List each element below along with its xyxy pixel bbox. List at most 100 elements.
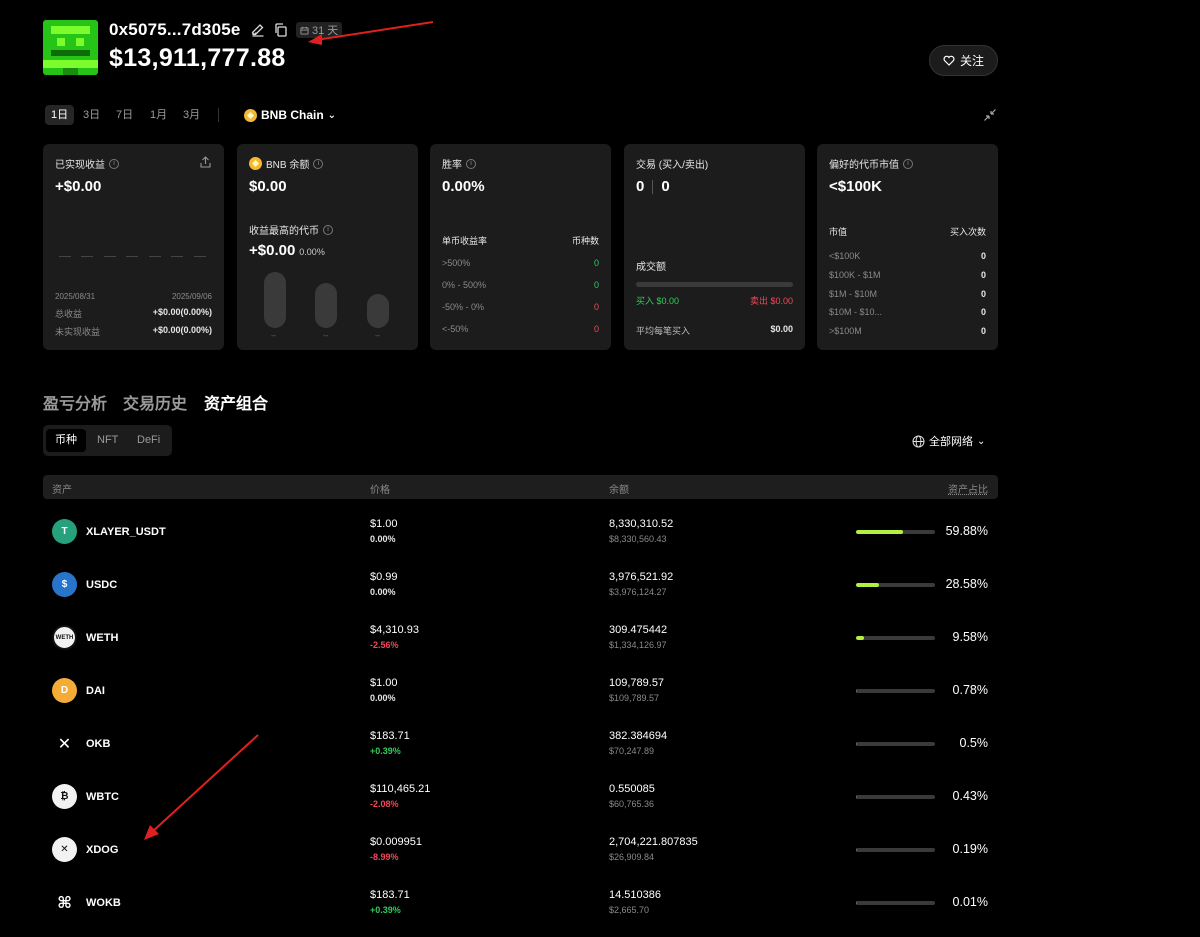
tab-nft[interactable]: NFT	[88, 429, 127, 452]
follow-button[interactable]: 关注	[929, 45, 998, 76]
share-progress-bar	[856, 583, 935, 587]
wallet-address[interactable]: 0x5075...7d305e ⌄	[109, 20, 259, 40]
tab-defi[interactable]: DeFi	[128, 429, 169, 452]
asset-type-tabs: 币种 NFT DeFi	[43, 425, 172, 456]
mcap-row: $10M - $10... 0	[829, 307, 986, 317]
token-price: $110,465.21	[370, 783, 431, 795]
win-rate-title: 胜率	[442, 160, 462, 171]
asset-share: 0.43%	[952, 789, 988, 803]
share-progress-fill	[856, 901, 857, 905]
period-1m[interactable]: 1月	[144, 105, 173, 125]
info-icon[interactable]: i	[903, 158, 913, 169]
collapse-icon[interactable]	[983, 108, 997, 122]
date-start: 2025/08/31	[55, 292, 96, 301]
tab-pnl-analysis[interactable]: 盈亏分析	[43, 390, 107, 414]
tab-trade-history[interactable]: 交易历史	[123, 390, 187, 414]
mcap-count: 0	[980, 326, 986, 336]
chart-placeholder	[59, 256, 71, 257]
token-balance-usd: $109,789.57	[609, 693, 660, 703]
table-row[interactable]: T XLAYER_USDT $1.00 0.00% 8,330,310.52 $8,330…	[43, 505, 998, 558]
period-1d[interactable]: 1日	[45, 105, 75, 125]
info-icon[interactable]: i	[323, 224, 333, 235]
weth-icon: WETH	[52, 625, 77, 650]
range-label: >500%	[442, 258, 471, 268]
total-pnl-value: +$0.00(0.00%)	[152, 307, 212, 317]
token-name: XLAYER_USDT	[86, 526, 166, 538]
bar-label: --	[323, 331, 329, 340]
mcap-row: >$100M 0	[829, 326, 986, 336]
share-progress-fill	[856, 636, 864, 640]
mcap-range: >$100M	[829, 326, 862, 336]
chart-placeholder	[104, 256, 116, 257]
mcap-header-label: 市值	[829, 227, 848, 237]
pnl-range-header: 单币收益率	[442, 236, 488, 246]
token-price: $4,310.93	[370, 624, 419, 636]
price-change: -8.99%	[370, 852, 399, 862]
token-name: WOKB	[86, 897, 121, 909]
token-balance: 0.550085	[609, 783, 655, 795]
avg-buy-label: 平均每笔买入	[636, 326, 691, 336]
table-row[interactable]: $ USDC $0.99 0.00% 3,976,521.92 $3,976,124.27…	[43, 558, 998, 611]
table-row[interactable]: D DAI $1.00 0.00% 109,789.57 $109,789.57 0.78%	[43, 664, 998, 717]
table-row[interactable]: ⌘ WOKB $183.71 +0.39% 14.510386 $2,665.70 0.01…	[43, 876, 998, 929]
asset-share: 28.58%	[945, 577, 988, 591]
period-7d[interactable]: 7日	[110, 105, 139, 125]
token-balance-usd: $60,765.36	[609, 799, 655, 809]
copy-icon[interactable]	[273, 22, 289, 38]
table-row[interactable]: WETH WETH $4,310.93 -2.56% 309.475442 $1,334,…	[43, 611, 998, 664]
share-icon[interactable]	[200, 156, 211, 168]
column-share[interactable]: 资产占比	[948, 481, 988, 496]
asset-share: 0.19%	[952, 842, 988, 856]
win-rate-value: 0.00%	[442, 178, 485, 195]
mcap-count: 0	[980, 307, 986, 317]
mcap-value: <$100K	[829, 178, 882, 195]
chain-label: BNB Chain	[261, 108, 324, 122]
bnb-value: $0.00	[249, 178, 287, 195]
table-row[interactable]: ✕ OKB $183.71 +0.39% 382.384694 $70,247.89 0.5…	[43, 717, 998, 770]
table-row[interactable]: ₿ WBTC $110,465.21 -2.08% 0.550085 $60,765.36…	[43, 770, 998, 823]
range-count: 0	[593, 258, 599, 268]
token-balance: 309.475442	[609, 624, 668, 636]
card-title: 胜率 i	[442, 156, 476, 171]
share-progress-bar	[856, 901, 935, 905]
chain-select[interactable]: BNB Chain ⌄	[244, 105, 336, 125]
info-icon[interactable]: i	[466, 158, 476, 169]
realized-pnl-card: 已实现收益 i +$0.00 2025/08/31 2025/09/06 总收益…	[43, 144, 224, 350]
top-token-title: 收益最高的代币 i	[249, 222, 333, 237]
range-label: 0% - 500%	[442, 280, 487, 290]
unrealized-pnl-label: 未实现收益	[55, 327, 101, 337]
win-rate-header: 单币收益率 币种数	[442, 234, 599, 247]
token-balance-usd: $1,334,126.97	[609, 640, 667, 650]
network-select[interactable]: 全部网络 ⌄	[912, 433, 985, 449]
total-pnl-label: 总收益	[55, 309, 83, 319]
range-count: 0	[593, 324, 599, 334]
mcap-range: $1M - $10M	[829, 289, 878, 299]
chevron-down-icon: ⌄	[977, 435, 986, 447]
asset-share: 9.58%	[952, 630, 988, 644]
table-row[interactable]: ✕ XDOG $0.009951 -8.99% 2,704,221.807835 $26,…	[43, 823, 998, 876]
win-rate-card: 胜率 i 0.00% 单币收益率 币种数 >500% 0 0% - 500% 0…	[430, 144, 611, 350]
realized-value: +$0.00	[55, 178, 102, 195]
token-price: $0.009951	[370, 836, 422, 848]
buy-volume: 买入 $0.00	[636, 296, 680, 306]
token-name: OKB	[86, 738, 111, 750]
wallet-avatar	[43, 20, 98, 75]
share-progress-bar	[856, 530, 935, 534]
token-balance-usd: $70,247.89	[609, 746, 655, 756]
volume-bar	[636, 282, 793, 287]
tab-portfolio[interactable]: 资产组合	[204, 390, 268, 414]
chart-placeholder	[194, 256, 206, 257]
info-icon[interactable]: i	[313, 158, 324, 169]
buy-count-header: 买入次数	[949, 227, 986, 237]
divider	[652, 179, 654, 194]
usdc-icon: $	[52, 572, 77, 597]
mcap-header: 市值 买入次数	[829, 225, 986, 238]
period-3d[interactable]: 3日	[77, 105, 106, 125]
edit-icon[interactable]	[250, 22, 266, 38]
price-change: 0.00%	[370, 534, 396, 544]
period-3m[interactable]: 3月	[177, 105, 206, 125]
tether-icon: T	[52, 519, 77, 544]
card-title: BNB 余额 i	[249, 156, 324, 171]
info-icon[interactable]: i	[109, 158, 119, 169]
tab-tokens[interactable]: 币种	[46, 429, 86, 452]
